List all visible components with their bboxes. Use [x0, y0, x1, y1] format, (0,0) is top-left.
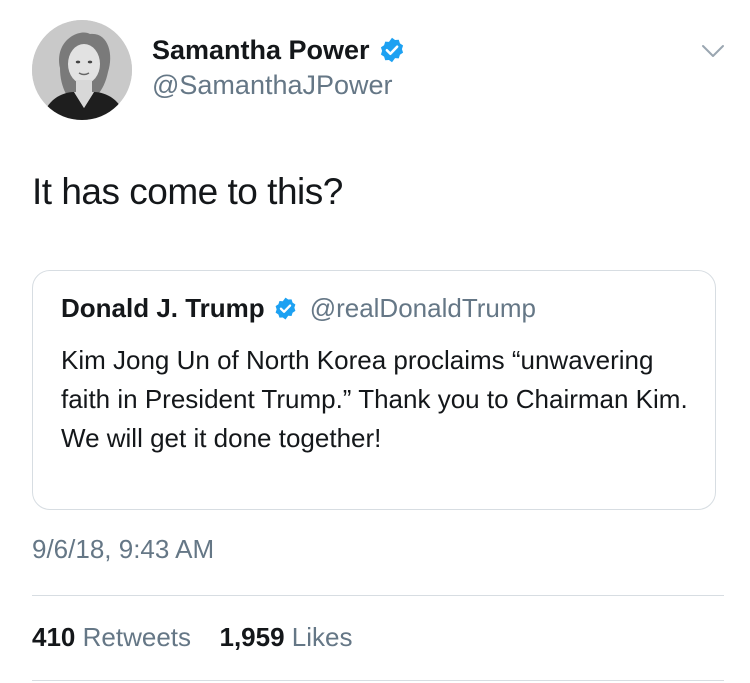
chevron-down-icon[interactable]: [700, 42, 726, 60]
avatar[interactable]: [32, 20, 132, 120]
author-display-name[interactable]: Samantha Power: [152, 36, 370, 64]
tweet-text: It has come to this?: [32, 171, 343, 212]
verified-badge-icon: [273, 296, 298, 321]
retweets-label: Retweets: [82, 622, 192, 652]
likes-stat[interactable]: 1,959 Likes: [219, 622, 352, 652]
divider: [32, 680, 724, 681]
quoted-author-handle: @realDonaldTrump: [309, 293, 536, 323]
engagement-stats: 410 Retweets 1,959 Likes: [32, 624, 353, 650]
retweets-stat[interactable]: 410 Retweets: [32, 622, 198, 652]
tweet-header: Samantha Power @SamanthaJPower: [32, 20, 732, 120]
avatar-photo: [32, 20, 132, 120]
likes-label: Likes: [291, 622, 353, 652]
quoted-author-display-name: Donald J. Trump: [61, 293, 265, 323]
quoted-tweet-text: Kim Jong Un of North Korea proclaims “un…: [61, 345, 688, 453]
retweets-count: 410: [32, 622, 76, 652]
tweet-timestamp: 9/6/18, 9:43 AM: [32, 534, 215, 564]
divider: [32, 595, 724, 596]
likes-count: 1,959: [219, 622, 285, 652]
verified-badge-icon: [378, 36, 406, 64]
quoted-tweet-header: Donald J. Trump @realDonaldTrump: [61, 295, 536, 321]
quoted-tweet-card[interactable]: Donald J. Trump @realDonaldTrump Kim Jon…: [32, 270, 716, 510]
author-handle[interactable]: @SamanthaJPower: [152, 72, 393, 99]
author-name-line: Samantha Power: [152, 36, 406, 64]
